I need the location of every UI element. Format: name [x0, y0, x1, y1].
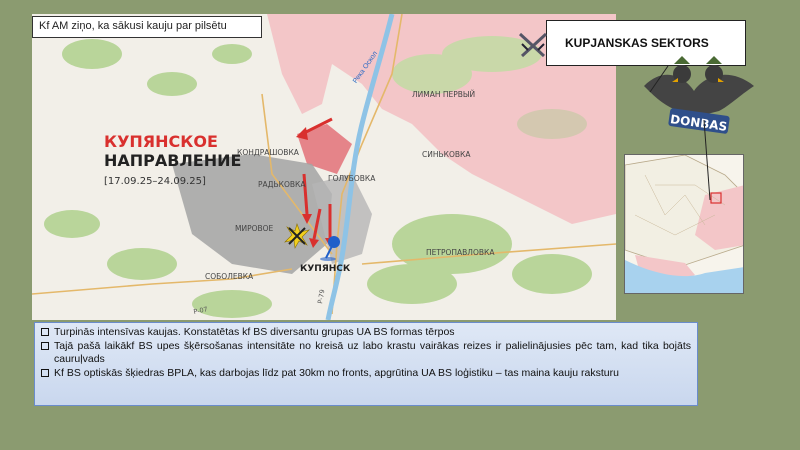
note-item: Tajā pašā laikākf BS upes šķērsošanas in… — [41, 340, 691, 367]
place-liman: ЛИМАН ПЕРВЫЙ — [412, 90, 476, 99]
map-heading-line1: КУПЯНСКОЕ — [104, 132, 218, 151]
note-item: Turpinās intensīvas kaujas. Konstatētas … — [41, 326, 691, 340]
notes-box: Turpinās intensīvas kaujas. Konstatētas … — [34, 322, 698, 406]
note-bullet-icon — [41, 368, 49, 377]
slide-title: Kf AM ziņo, ka sākusi kauju par pilsētu — [32, 16, 262, 38]
place-mirovoe: МИРОВОЕ — [235, 224, 274, 233]
double-headed-eagle-icon: DONBAS — [644, 56, 754, 134]
note-item: Kf BS optiskās šķiedras BPLA, kas darboj… — [41, 367, 691, 381]
sector-label: KUPJANSKAS SEKTORS — [565, 36, 709, 50]
note-text: Tajā pašā laikākf BS upes šķērsošanas in… — [54, 339, 691, 366]
note-bullet-icon — [41, 328, 49, 336]
place-sinkovka: СИНЬКОВКА — [422, 150, 471, 159]
map-date-range: [17.09.25–24.09.25] — [104, 176, 206, 187]
note-text: Turpinās intensīvas kaujas. Konstatētas … — [54, 326, 455, 338]
note-bullet-icon — [41, 341, 49, 350]
place-radkovka: РАДЬКОВКА — [258, 180, 306, 189]
place-kondrashovka: КОНДРАШОВКА — [237, 148, 299, 157]
map-heading-line2: НАПРАВЛЕНИЕ — [104, 151, 242, 170]
crossed-swords-icon — [518, 32, 548, 58]
place-kupyansk: КУПЯНСК — [300, 264, 351, 274]
ukraine-inset-map — [624, 154, 744, 294]
place-golubovka: ГОЛУБОВКА — [328, 174, 376, 183]
place-sobolevka: СОБОЛЕВКА — [205, 272, 254, 281]
note-text: Kf BS optiskās šķiedras BPLA, kas darboj… — [54, 366, 619, 379]
place-petropavlovka: ПЕТРОПАВЛОВКА — [426, 248, 495, 257]
inset-map-canvas — [625, 155, 743, 293]
map-heading: КУПЯНСКОЕ НАПРАВЛЕНИЕ [17.09.25–24.09.25… — [104, 132, 241, 191]
